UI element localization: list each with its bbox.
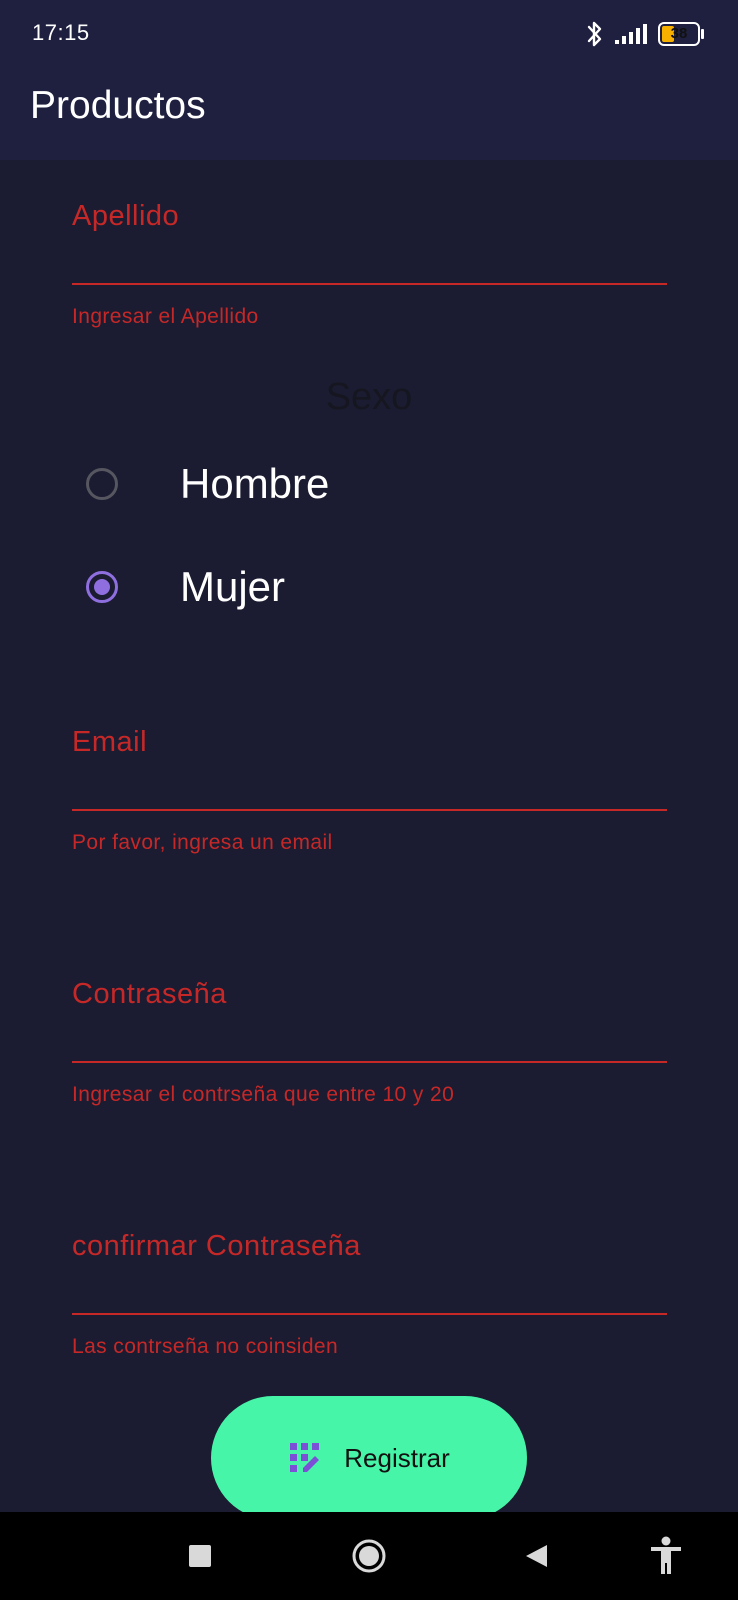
battery-level: 38 (670, 25, 688, 42)
recents-icon (189, 1545, 211, 1567)
email-field: Email Por favor, ingresa un email (72, 726, 667, 855)
email-label: Email (72, 726, 148, 758)
apellido-label: Apellido (72, 200, 180, 232)
sexo-title: Sexo (325, 376, 413, 418)
radio-label-hombre: Hombre (180, 460, 330, 507)
confirm-password-input[interactable] (72, 1271, 667, 1315)
radio-option-hombre[interactable]: Hombre (86, 454, 329, 514)
home-icon (352, 1539, 386, 1573)
confirm-password-field: confirmar Contraseña Las contrseña no co… (72, 1230, 667, 1359)
status-time: 17:15 (32, 20, 90, 45)
system-nav-bar (0, 1512, 738, 1600)
home-button[interactable] (345, 1532, 393, 1580)
register-button[interactable]: Registrar (211, 1396, 527, 1520)
recents-button[interactable] (176, 1532, 224, 1580)
password-label: Contraseña (72, 978, 227, 1010)
register-button-label: Registrar (344, 1442, 450, 1473)
status-bar: 17:15 38 (0, 0, 738, 68)
battery-icon: 38 (658, 22, 704, 46)
accessibility-button[interactable] (642, 1532, 690, 1580)
accessibility-icon (651, 1536, 681, 1574)
back-button[interactable] (512, 1532, 560, 1580)
password-input[interactable] (72, 1019, 667, 1063)
password-error: Ingresar el contrseña que entre 10 y 20 (72, 1083, 455, 1106)
confirm-password-error: Las contrseña no coinsiden (72, 1335, 339, 1358)
app-bar: Productos (0, 68, 738, 160)
apellido-error: Ingresar el Apellido (72, 305, 259, 328)
status-icons: 38 (586, 18, 704, 50)
apellido-field: Apellido Ingresar el Apellido (72, 200, 667, 329)
apellido-input[interactable] (72, 241, 667, 285)
email-error: Por favor, ingresa un email (72, 831, 333, 854)
bluetooth-icon (587, 21, 602, 47)
radio-option-mujer[interactable]: Mujer (86, 557, 285, 617)
radio-button-mujer[interactable] (86, 571, 118, 603)
back-icon (526, 1545, 547, 1567)
signal-icon (615, 24, 647, 44)
password-field: Contraseña Ingresar el contrseña que ent… (72, 978, 667, 1107)
confirm-password-label: confirmar Contraseña (72, 1230, 361, 1262)
radio-label-mujer: Mujer (180, 563, 286, 610)
app-registration-icon (290, 1443, 320, 1472)
page-title: Productos (30, 84, 206, 127)
email-input[interactable] (72, 767, 667, 811)
radio-button-hombre[interactable] (86, 468, 118, 500)
